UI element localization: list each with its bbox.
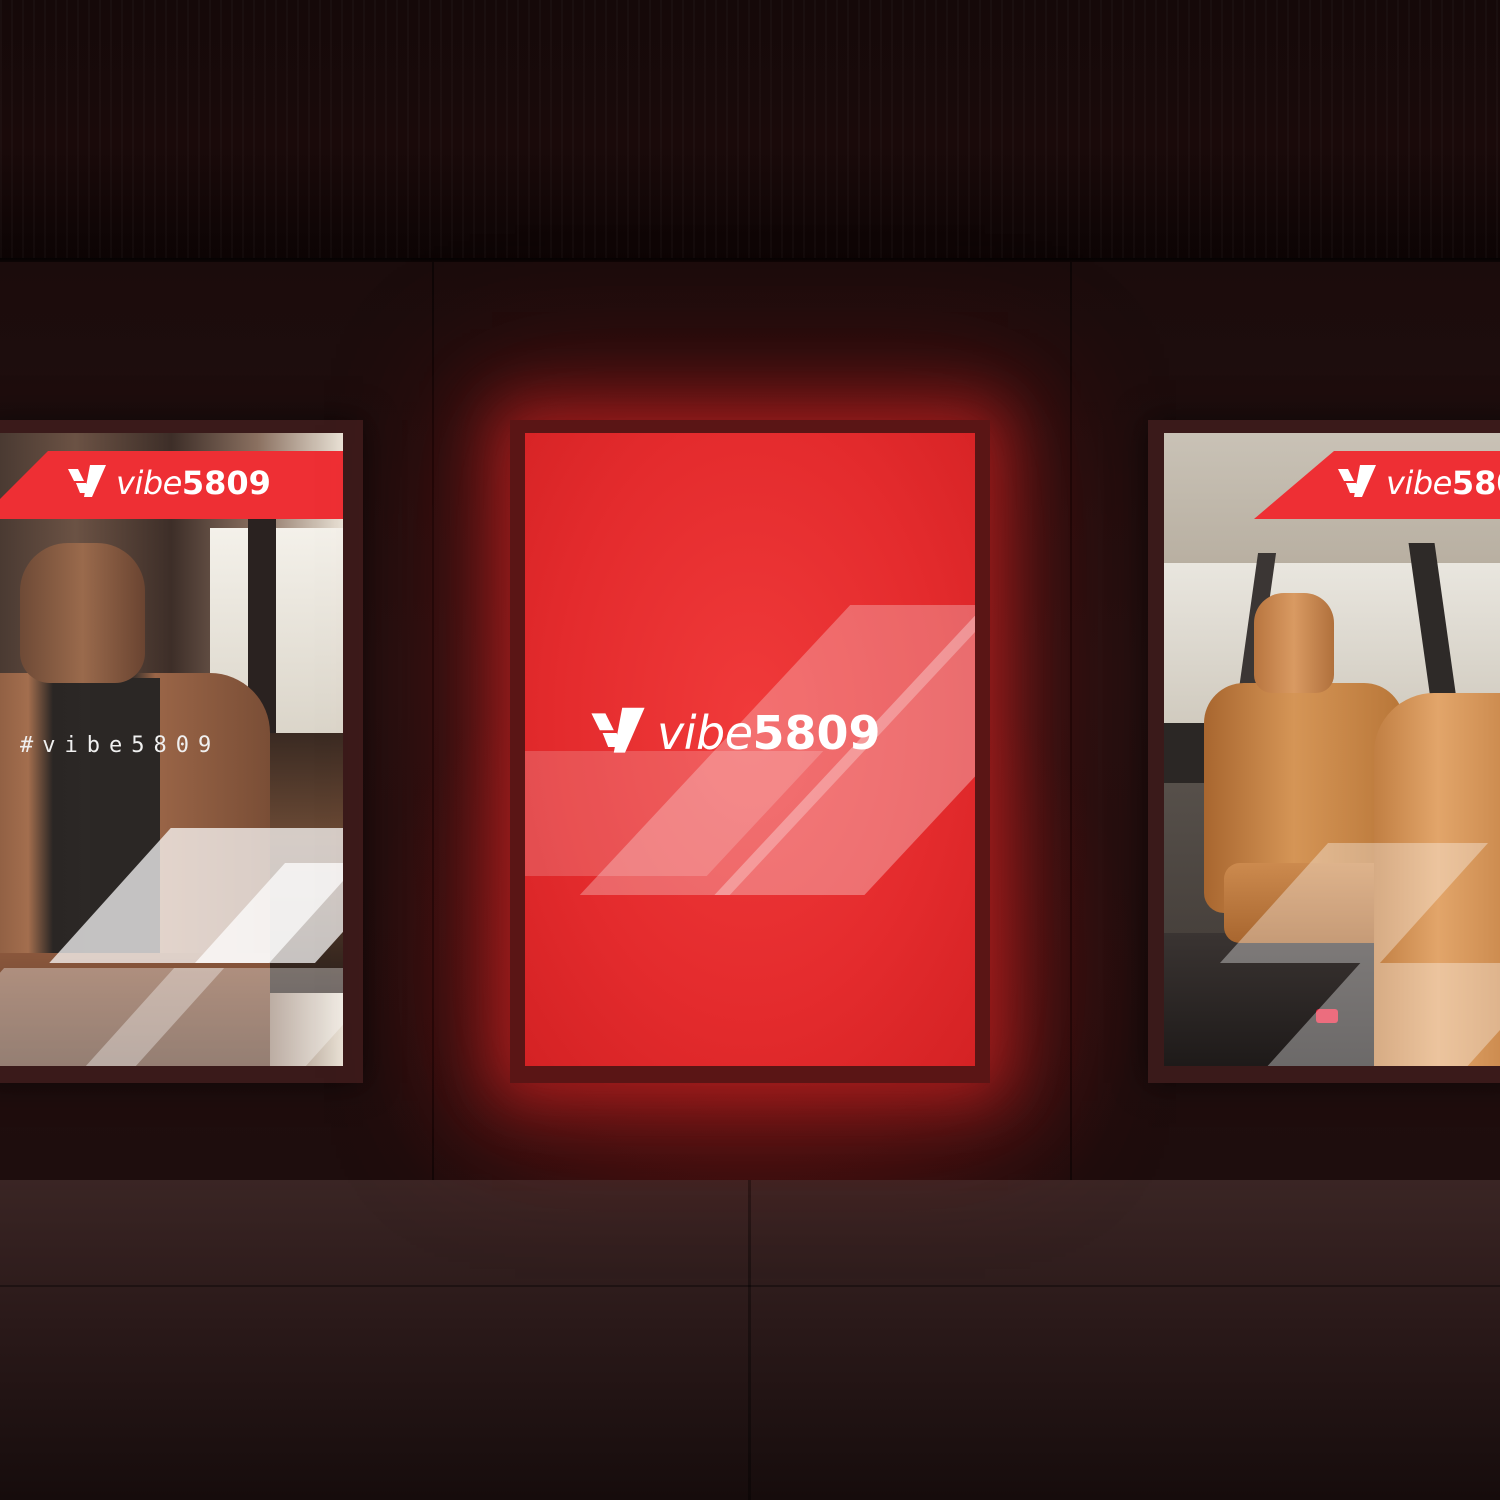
poster-right: vibe5809 bbox=[1164, 433, 1500, 1066]
poster-center: vibe5809 bbox=[525, 433, 975, 1066]
seat-headrest bbox=[1254, 593, 1334, 693]
brand-logo: vibe5809 bbox=[66, 463, 271, 503]
brand-wordmark: vibe5809 bbox=[116, 464, 271, 502]
wall-seam bbox=[1070, 262, 1072, 1180]
brand-wordmark: vibe5809 bbox=[657, 706, 881, 760]
floor bbox=[0, 1180, 1500, 1500]
hashtag: #vibe5809 bbox=[20, 733, 221, 758]
vibe-logo-mark-icon bbox=[591, 707, 645, 753]
poster-left: vibe5809 #vibe5809 bbox=[0, 433, 343, 1066]
vibe-logo-mark-icon bbox=[1338, 465, 1376, 497]
brand-wordmark: vibe5809 bbox=[1386, 464, 1500, 502]
floor-joint bbox=[0, 1285, 1500, 1287]
vibe-logo-mark-icon bbox=[68, 465, 106, 497]
floor-joint bbox=[748, 1180, 751, 1500]
seat-headrest bbox=[20, 543, 145, 683]
wall-seam bbox=[432, 262, 434, 1180]
ceiling bbox=[0, 0, 1500, 262]
advertising-scene: vibe5809 #vibe5809 vibe5809 vibe58 bbox=[0, 0, 1500, 1500]
brand-logo: vibe5809 bbox=[1336, 463, 1500, 503]
brand-logo-large: vibe5809 bbox=[587, 705, 881, 761]
